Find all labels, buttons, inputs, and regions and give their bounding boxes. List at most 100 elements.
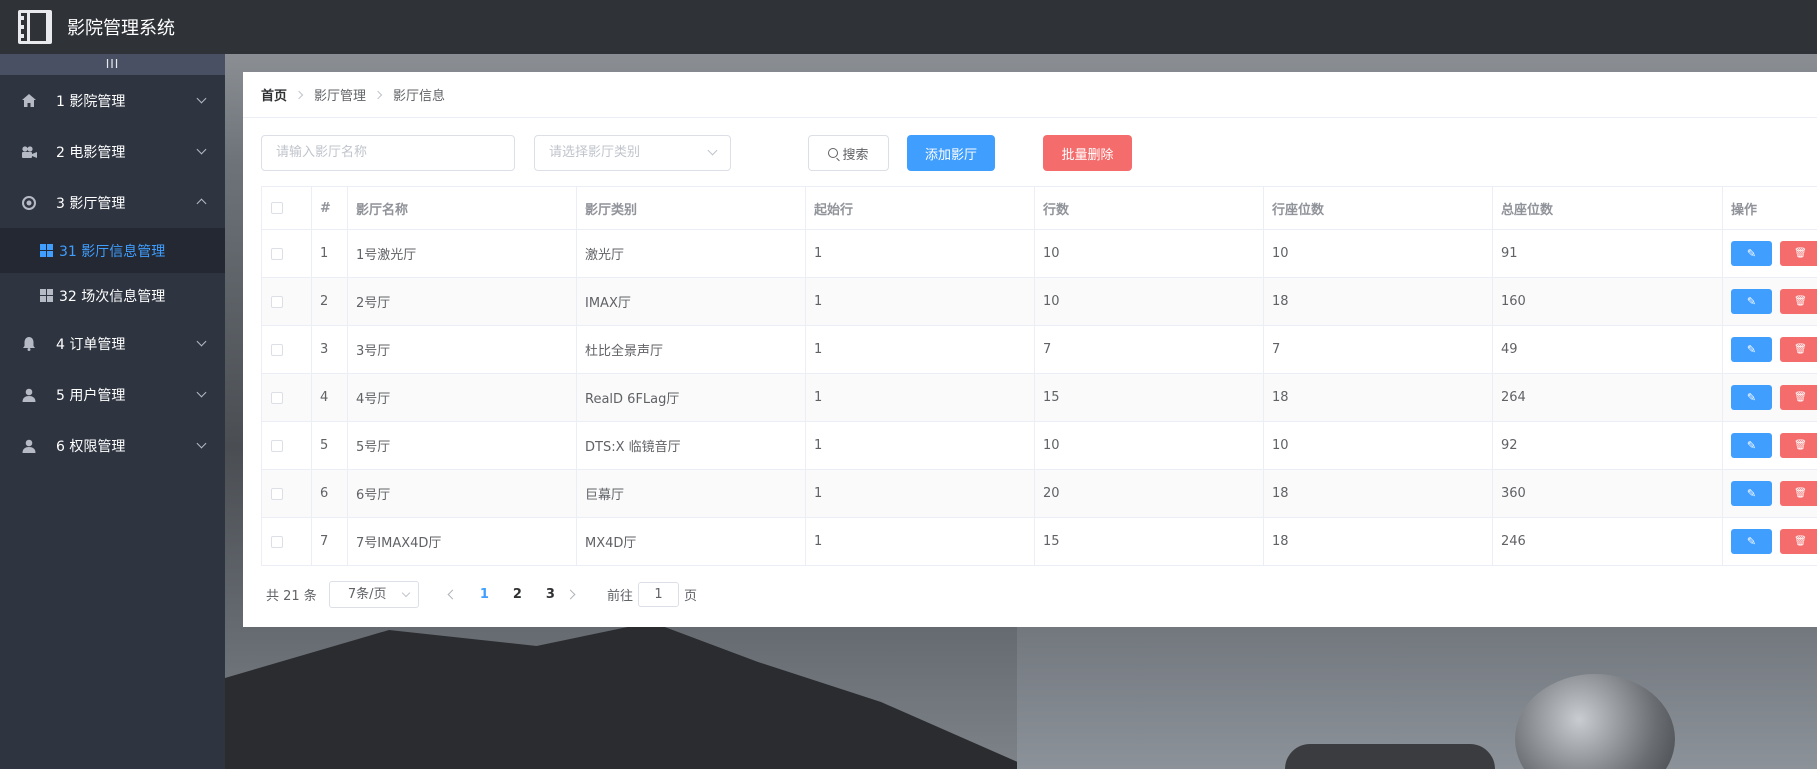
page-number[interactable]: 3 — [546, 587, 555, 602]
row-actions — [1722, 421, 1817, 470]
table-cell: 3号厅 — [347, 325, 577, 374]
search-button[interactable]: 搜索 — [808, 135, 889, 171]
table-row: 1 1号激光厅 激光厅 1 10 10 91 — [261, 229, 1817, 278]
edit-button[interactable] — [1731, 289, 1772, 314]
delete-button[interactable] — [1780, 241, 1817, 266]
table-cell: 7 — [1263, 325, 1493, 374]
row-checkbox[interactable] — [271, 535, 283, 548]
grid-icon — [40, 244, 53, 257]
hall-type-placeholder: 请选择影厅类别 — [549, 145, 641, 160]
breadcrumb-item-hall: 影厅管理 — [314, 89, 367, 104]
table-cell: 1 — [805, 517, 1035, 566]
row-checkbox[interactable] — [271, 247, 283, 260]
hall-name-input[interactable]: 请输入影厅名称 — [261, 135, 515, 171]
goto-page-input[interactable]: 1 — [637, 581, 679, 607]
hall-table: # 影厅名称 影厅类别 起始行 行数 行座位数 总座位数 操作 1 1号激光厅 … — [261, 186, 1817, 566]
row-select-cell — [261, 469, 312, 518]
pagination: 共 21 条 7条/页 1 2 3 前往 1 页 — [266, 580, 697, 608]
delete-button[interactable] — [1780, 529, 1817, 554]
sidebar-item-label: 2 电影管理 — [56, 144, 126, 161]
table-cell: 1 — [311, 229, 348, 278]
delete-button[interactable] — [1780, 337, 1817, 362]
row-select-cell — [261, 421, 312, 470]
sidebar-collapse-button[interactable]: III — [0, 54, 225, 75]
delete-button[interactable] — [1780, 385, 1817, 410]
edit-button[interactable] — [1731, 241, 1772, 266]
row-checkbox[interactable] — [271, 391, 283, 404]
delete-button[interactable] — [1780, 433, 1817, 458]
breadcrumb-item-home[interactable]: 首页 — [261, 85, 287, 104]
table-cell: 1号激光厅 — [347, 229, 577, 278]
chevron-down-icon — [196, 336, 207, 347]
user-icon — [21, 387, 37, 403]
prev-page-icon[interactable] — [447, 589, 458, 599]
sidebar-item-user[interactable]: 5 用户管理 — [0, 369, 225, 420]
row-select-cell — [261, 373, 312, 422]
row-checkbox[interactable] — [271, 439, 283, 452]
sidebar-item-label: 5 用户管理 — [56, 387, 126, 404]
app-title: 影院管理系统 — [67, 18, 175, 39]
table-cell: 10 — [1263, 421, 1493, 470]
add-hall-button[interactable]: 添加影厅 — [907, 135, 995, 171]
row-checkbox[interactable] — [271, 343, 283, 356]
row-actions — [1722, 229, 1817, 278]
row-checkbox[interactable] — [271, 487, 283, 500]
hall-type-select[interactable]: 请选择影厅类别 — [534, 135, 731, 171]
table-cell: DTS:X 临镜音厅 — [576, 421, 806, 470]
table-cell: 杜比全景声厅 — [576, 325, 806, 374]
search-button-label: 搜索 — [842, 147, 869, 163]
next-page-icon[interactable] — [565, 589, 576, 599]
sidebar-item-hall[interactable]: 3 影厅管理 — [0, 177, 225, 228]
sidebar-item-order[interactable]: 4 订单管理 — [0, 318, 225, 369]
table-cell: 18 — [1263, 469, 1493, 518]
page-size-select[interactable]: 7条/页 — [328, 580, 419, 608]
table-cell: 1 — [805, 229, 1035, 278]
table-cell: 2 — [311, 277, 348, 326]
bulk-delete-button[interactable]: 批量删除 — [1043, 135, 1132, 171]
table-row: 7 7号IMAX4D厅 MX4D厅 1 15 18 246 — [261, 517, 1817, 566]
table-cell: 6号厅 — [347, 469, 577, 518]
breadcrumb: 首页 影厅管理 影厅信息 — [243, 72, 1817, 118]
table-header: 总座位数 — [1492, 186, 1723, 230]
chevron-down-icon — [196, 93, 207, 104]
table-row: 3 3号厅 杜比全景声厅 1 7 7 49 — [261, 325, 1817, 374]
chevron-down-icon — [707, 145, 718, 156]
delete-button[interactable] — [1780, 481, 1817, 506]
sidebar-item-permission[interactable]: 6 权限管理 — [0, 420, 225, 471]
sidebar-item-movie[interactable]: 2 电影管理 — [0, 126, 225, 177]
edit-button[interactable] — [1731, 481, 1772, 506]
table-row: 6 6号厅 巨幕厅 1 20 18 360 — [261, 469, 1817, 518]
edit-button[interactable] — [1731, 337, 1772, 362]
breadcrumb-item-hall-info: 影厅信息 — [393, 89, 446, 104]
delete-button[interactable] — [1780, 289, 1817, 314]
page-number[interactable]: 1 — [480, 587, 489, 602]
table-cell: 1 — [805, 373, 1035, 422]
edit-button[interactable] — [1731, 433, 1772, 458]
background-rock — [225, 622, 1045, 769]
table-header: 影厅类别 — [576, 186, 806, 230]
edit-button[interactable] — [1731, 385, 1772, 410]
table-cell: 4号厅 — [347, 373, 577, 422]
select-all-checkbox[interactable] — [271, 202, 283, 214]
edit-button[interactable] — [1731, 529, 1772, 554]
sidebar-item-cinema[interactable]: 1 影院管理 — [0, 75, 225, 126]
table-cell: IMAX厅 — [576, 277, 806, 326]
table-header: # — [311, 186, 348, 230]
table-cell: 18 — [1263, 277, 1493, 326]
page-size-value: 7条/页 — [347, 586, 387, 602]
sidebar-subitem-label: 32 场次信息管理 — [59, 288, 166, 305]
table-cell: 49 — [1492, 325, 1723, 374]
sidebar-subitem-session-info[interactable]: 32 场次信息管理 — [0, 273, 225, 318]
page-suffix: 页 — [683, 588, 697, 604]
main-panel: 首页 影厅管理 影厅信息 请输入影厅名称 请选择影厅类别 搜索 添加影厅 批量删… — [243, 72, 1817, 627]
sidebar-subitem-hall-info[interactable]: 31 影厅信息管理 — [0, 228, 225, 273]
table-cell: 10 — [1263, 229, 1493, 278]
page-number[interactable]: 2 — [513, 587, 522, 602]
table-cell: 92 — [1492, 421, 1723, 470]
row-select-cell — [261, 229, 312, 278]
table-cell: 1 — [805, 469, 1035, 518]
table-cell: 巨幕厅 — [576, 469, 806, 518]
row-actions — [1722, 373, 1817, 422]
row-checkbox[interactable] — [271, 295, 283, 308]
table-cell: 7 — [1034, 325, 1264, 374]
